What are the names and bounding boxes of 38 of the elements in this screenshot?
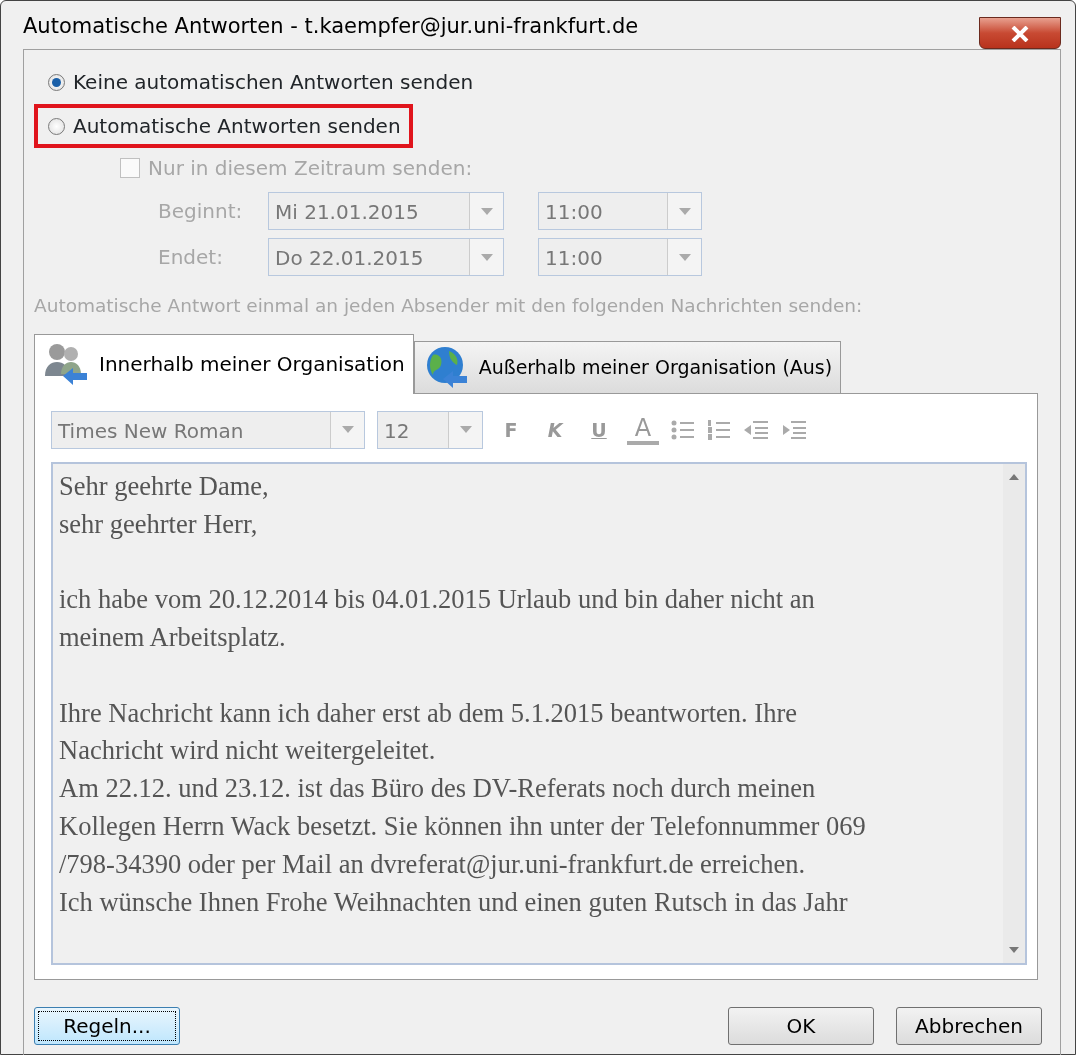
- dialog-button[interactable]: OK: [728, 1007, 874, 1046]
- text-line: Nachricht wird nicht weitergeleitet.: [59, 734, 437, 768]
- text-line: /798-34390 oder per Mail an dvreferat@jur.uni-frankfurt.de erreichen.: [59, 847, 807, 881]
- italic-button[interactable]: K: [539, 415, 571, 444]
- text-line: ich habe vom 20.12.2014 bis 04.01.2015 Urlaub und bin daher nicht an: [59, 583, 816, 617]
- bullets-icon[interactable]: [671, 418, 695, 441]
- text-line: Am 22.12. und 23.12. ist das Büro des DV-Referats noch durch meinen: [59, 772, 817, 806]
- bold-button[interactable]: F: [495, 415, 527, 444]
- indent-icon[interactable]: [781, 418, 807, 441]
- message-editor[interactable]: [51, 461, 1027, 966]
- text-line: Ihre Nachricht kann ich daher erst ab dem 5.1.2015 beantworten. Ihre: [59, 696, 799, 730]
- tab[interactable]: Innerhalb meiner Organisation: [34, 333, 414, 394]
- radio-option[interactable]: Automatische Antworten senden: [34, 104, 413, 148]
- scrollbar[interactable]: [1003, 463, 1025, 964]
- dialog-button[interactable]: Abbrechen: [896, 1007, 1042, 1046]
- field-label: Endet:: [158, 244, 224, 271]
- text-line: Kollegen Herrn Wack besetzt. Sie können ihn unter der Telefonnummer 069: [59, 809, 867, 843]
- text-line: sehr geehrter Herr,: [59, 507, 259, 541]
- radio-option[interactable]: Keine automatischen Antworten senden: [34, 60, 486, 104]
- font-color-button[interactable]: A: [627, 414, 659, 445]
- font-dropdown[interactable]: Times New Roman: [51, 410, 365, 449]
- text-line: meinem Arbeitsplatz.: [59, 620, 287, 654]
- outdent-icon[interactable]: [743, 418, 769, 441]
- text-line: Sehr geehrte Dame,: [59, 469, 270, 503]
- people-icon: [43, 342, 89, 387]
- underline-button[interactable]: U: [583, 415, 615, 444]
- scroll-up-arrow-icon[interactable]: [1009, 473, 1019, 480]
- hint-text: Automatische Antwort einmal an jeden Absender mit den folgenden Nachrichten senden:: [34, 294, 864, 318]
- scroll-down-arrow-icon[interactable]: [1009, 947, 1019, 954]
- field-label: Beginnt:: [158, 198, 244, 225]
- close-icon: [1011, 25, 1029, 42]
- tab[interactable]: Außerhalb meiner Organisation (Aus): [413, 340, 842, 393]
- window-title: Automatische Antworten - t.kaempfer@jur.uni-frankfurt.de: [23, 13, 639, 41]
- text-line: Ich wünsche Ihnen Frohe Weihnachten und einen guten Rutsch in das Jahr: [59, 885, 849, 919]
- dialog-button[interactable]: Regeln...: [34, 1007, 180, 1046]
- close-button[interactable]: [979, 17, 1061, 49]
- size-dropdown[interactable]: 12: [377, 410, 483, 449]
- numbering-icon[interactable]: [707, 418, 731, 441]
